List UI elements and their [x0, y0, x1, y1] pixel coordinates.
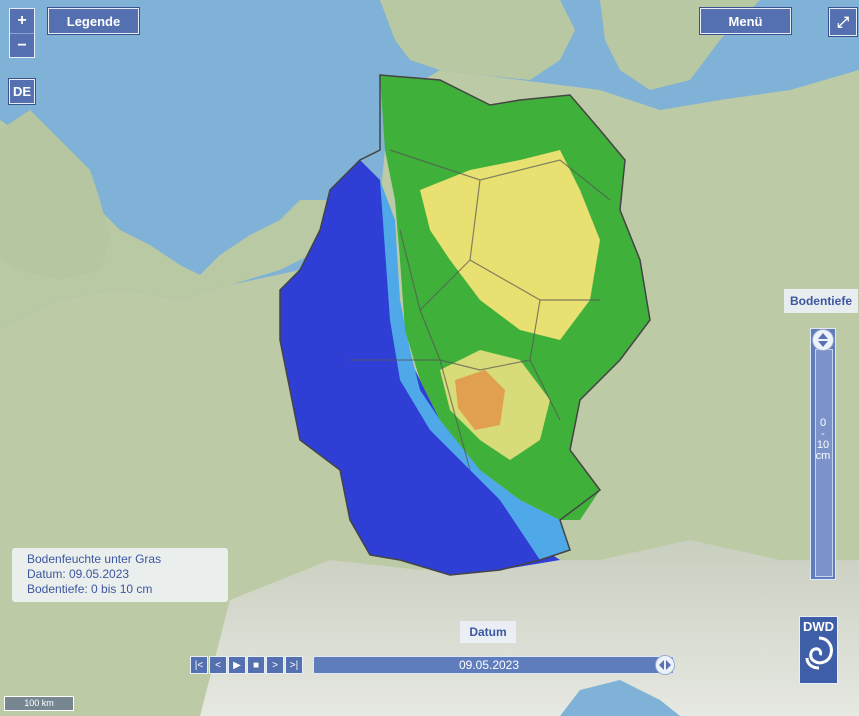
zoom-in-button[interactable]: +: [10, 9, 34, 33]
first-frame-button[interactable]: |<: [190, 656, 208, 674]
dwd-logo-text: DWD: [802, 619, 835, 634]
info-title: Bodenfeuchte unter Gras: [27, 552, 162, 566]
country-button[interactable]: DE: [9, 79, 35, 104]
previous-frame-button[interactable]: <: [209, 656, 227, 674]
depth-slider-value: 0 - 10 cm: [810, 418, 836, 462]
up-down-arrow-icon: [818, 333, 828, 347]
last-frame-button[interactable]: >|: [285, 656, 303, 674]
last-icon: >|: [289, 659, 299, 671]
stop-button[interactable]: ■: [247, 656, 265, 674]
stop-icon: ■: [252, 659, 260, 671]
map-view[interactable]: [0, 0, 859, 716]
time-slider-handle[interactable]: [655, 655, 675, 675]
first-icon: |<: [194, 659, 204, 671]
fullscreen-button[interactable]: ⤢: [829, 8, 857, 36]
time-slider-value: 09.05.2023: [458, 658, 520, 672]
next-icon: >: [272, 659, 278, 671]
zoom-out-button[interactable]: −: [10, 33, 34, 58]
info-date: Datum: 09.05.2023: [27, 567, 130, 581]
prev-icon: <: [215, 659, 221, 671]
time-slider-label: Datum: [460, 621, 516, 643]
depth-slider-fill: [815, 349, 833, 577]
menu-button[interactable]: Menü: [700, 8, 791, 34]
scale-bar: 100 km: [4, 696, 74, 711]
depth-slider-handle[interactable]: [812, 329, 834, 351]
depth-slider-label: Bodentiefe: [784, 289, 858, 313]
next-frame-button[interactable]: >: [266, 656, 284, 674]
left-right-arrow-icon: [659, 660, 671, 670]
zoom-control: + −: [9, 8, 35, 58]
play-button[interactable]: ▶: [228, 656, 246, 674]
map-canvas[interactable]: [0, 0, 859, 716]
info-depth: Bodentiefe: 0 bis 10 cm: [27, 582, 153, 596]
dwd-logo: DWD: [799, 616, 838, 684]
dwd-swirl-icon: [805, 636, 833, 670]
expand-icon: ⤢: [836, 13, 849, 31]
play-icon: ▶: [233, 659, 241, 671]
info-box: Bodenfeuchte unter Gras Datum: 09.05.202…: [12, 548, 228, 602]
playback-controls: |< < ▶ ■ > >|: [190, 656, 303, 674]
depth-value-unit: cm: [815, 450, 831, 462]
legend-button[interactable]: Legende: [48, 8, 139, 34]
